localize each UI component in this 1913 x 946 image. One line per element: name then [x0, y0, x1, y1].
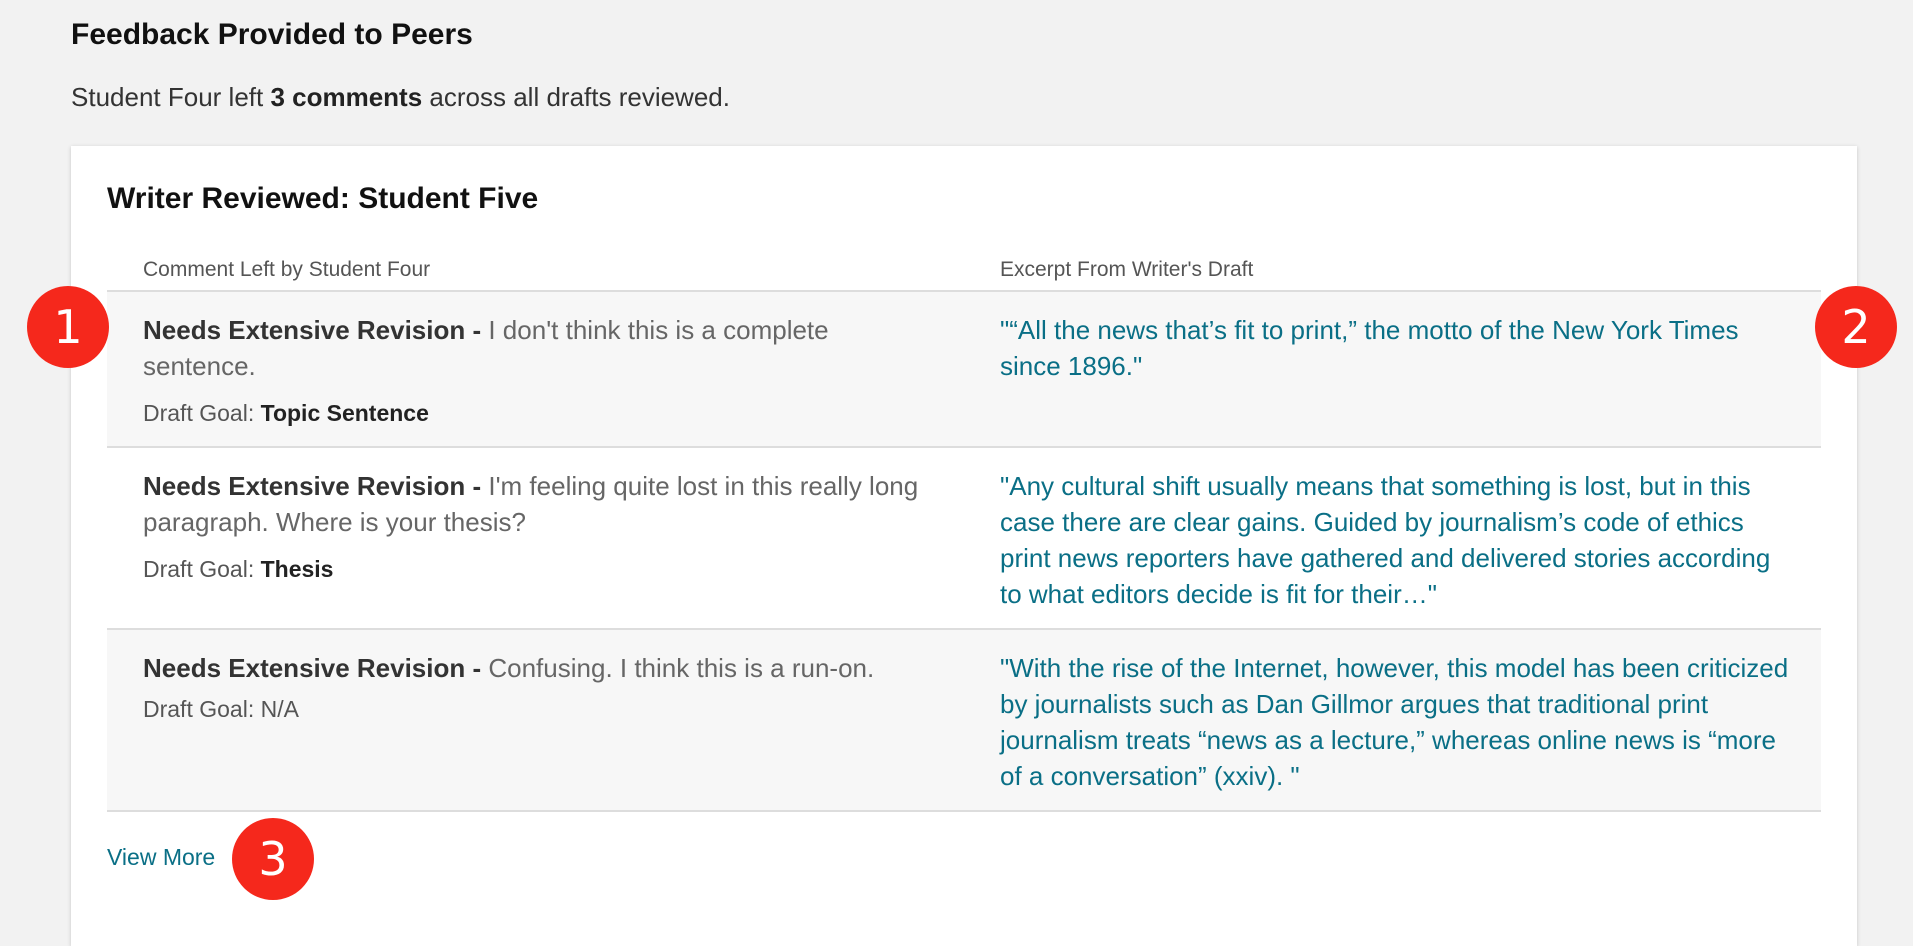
rating-label: Needs Extensive Revision - [143, 315, 482, 345]
table-row: Needs Extensive Revision - Confusing. I … [107, 630, 1821, 812]
draft-excerpt-link[interactable]: "With the rise of the Internet, however,… [1000, 650, 1790, 794]
comment-text: Needs Extensive Revision - I don't think… [143, 315, 829, 381]
comment-text: Needs Extensive Revision - Confusing. I … [143, 653, 875, 683]
table-row: Needs Extensive Revision - I don't think… [107, 292, 1821, 448]
column-header-comment: Comment Left by Student Four [143, 258, 431, 281]
annotation-marker-3: 3 [232, 818, 314, 900]
feedback-summary: Student Four left 3 comments across all … [71, 82, 730, 112]
draft-goal: Draft Goal: Topic Sentence [143, 400, 429, 426]
comment-text: Needs Extensive Revision - I'm feeling q… [143, 471, 919, 537]
review-card: Writer Reviewed: Student Five Comment Le… [71, 146, 1857, 946]
draft-excerpt-link[interactable]: "“All the news that’s fit to print,” the… [1000, 312, 1790, 384]
rating-label: Needs Extensive Revision - [143, 471, 482, 501]
view-more-link[interactable]: View More [107, 844, 215, 871]
section-title: Feedback Provided to Peers [71, 18, 473, 51]
table-header: Comment Left by Student Four Excerpt Fro… [107, 250, 1821, 292]
column-header-excerpt: Excerpt From Writer's Draft [1000, 258, 1254, 281]
table-row: Needs Extensive Revision - I'm feeling q… [107, 448, 1821, 630]
comment-count: 3 comments [270, 82, 423, 112]
annotation-marker-1: 1 [27, 286, 109, 368]
draft-excerpt-link[interactable]: "Any cultural shift usually means that s… [1000, 468, 1790, 612]
annotation-marker-2: 2 [1815, 286, 1897, 368]
draft-goal: Draft Goal: Thesis [143, 556, 334, 582]
comments-table: Comment Left by Student Four Excerpt Fro… [107, 250, 1821, 812]
draft-goal: Draft Goal: N/A [143, 696, 299, 722]
rating-label: Needs Extensive Revision - [143, 653, 482, 683]
writer-reviewed-title: Writer Reviewed: Student Five [107, 182, 539, 215]
